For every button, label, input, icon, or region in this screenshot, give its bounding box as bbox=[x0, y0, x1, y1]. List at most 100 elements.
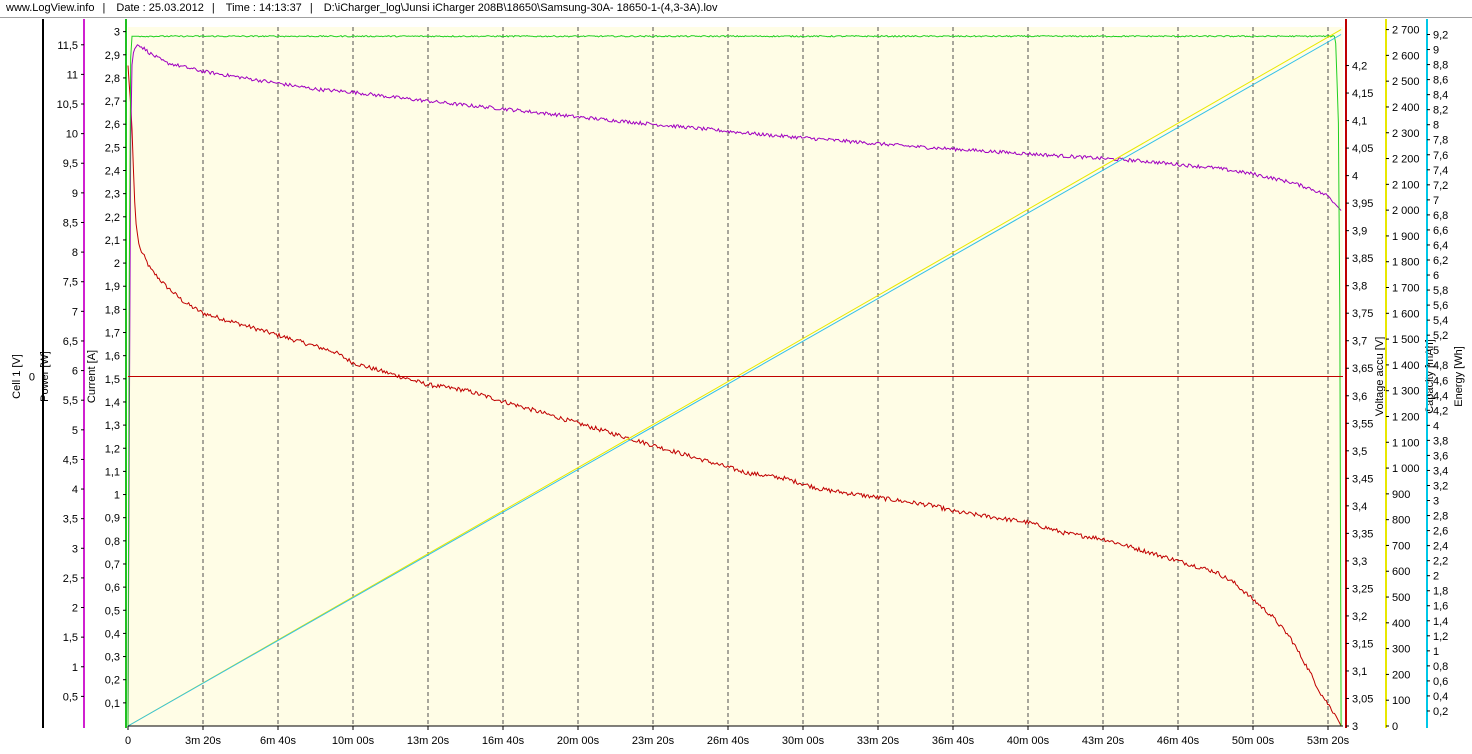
y-tick-label-capacity: 1 400 bbox=[1392, 360, 1420, 372]
y-tick-label-energy: 3,6 bbox=[1433, 450, 1448, 462]
x-tick-label: 0 bbox=[125, 735, 131, 747]
y-tick-label-voltage: 3,75 bbox=[1352, 308, 1373, 320]
y-tick-label-energy: 5 bbox=[1433, 345, 1439, 357]
x-tick-label: 30m 00s bbox=[782, 735, 825, 747]
y-tick-label-capacity: 1 700 bbox=[1392, 283, 1420, 295]
y-tick-label-current: 1,7 bbox=[105, 328, 120, 340]
y-tick-label-energy: 0,2 bbox=[1433, 706, 1448, 718]
y-tick-label-energy: 5,4 bbox=[1433, 315, 1448, 327]
axis-mid-label-cell: 0 bbox=[29, 372, 35, 384]
y-tick-label-energy: 1 bbox=[1433, 646, 1439, 658]
x-tick-label: 13m 20s bbox=[407, 735, 450, 747]
y-tick-label-energy: 3,8 bbox=[1433, 435, 1448, 447]
y-tick-label-energy: 4,2 bbox=[1433, 405, 1448, 417]
y-tick-label-current: 0,7 bbox=[105, 559, 120, 571]
y-tick-label-power: 7,5 bbox=[63, 277, 78, 289]
y-tick-label-current: 2,6 bbox=[105, 119, 120, 131]
y-tick-label-energy: 7 bbox=[1433, 195, 1439, 207]
x-tick-label: 16m 40s bbox=[482, 735, 525, 747]
x-tick-label: 43m 20s bbox=[1082, 735, 1125, 747]
y-tick-label-current: 0,8 bbox=[105, 536, 120, 548]
y-tick-label-current: 2,1 bbox=[105, 235, 120, 247]
y-tick-label-voltage: 3,2 bbox=[1352, 611, 1367, 623]
y-tick-label-current: 3 bbox=[114, 27, 120, 39]
y-tick-label-capacity: 1 100 bbox=[1392, 437, 1420, 449]
y-tick-label-capacity: 2 200 bbox=[1392, 154, 1420, 166]
y-tick-label-energy: 5,2 bbox=[1433, 330, 1448, 342]
y-tick-label-energy: 6,6 bbox=[1433, 225, 1448, 237]
y-tick-label-voltage: 3,65 bbox=[1352, 363, 1373, 375]
y-tick-label-energy: 8,2 bbox=[1433, 105, 1448, 117]
x-tick-label: 36m 40s bbox=[932, 735, 975, 747]
y-tick-label-voltage: 4,05 bbox=[1352, 143, 1373, 155]
y-tick-label-energy: 0,6 bbox=[1433, 676, 1448, 688]
y-tick-label-energy: 6,2 bbox=[1433, 255, 1448, 267]
y-tick-label-power: 2 bbox=[72, 603, 78, 615]
y-tick-label-power: 10 bbox=[66, 129, 78, 141]
y-tick-label-current: 1,6 bbox=[105, 351, 120, 363]
y-tick-label-current: 1,2 bbox=[105, 443, 120, 455]
y-tick-label-power: 0,5 bbox=[63, 691, 78, 703]
y-tick-label-current: 0,2 bbox=[105, 675, 120, 687]
y-tick-label-energy: 6 bbox=[1433, 270, 1439, 282]
y-tick-label-voltage: 3,85 bbox=[1352, 253, 1373, 265]
y-tick-label-energy: 5,8 bbox=[1433, 285, 1448, 297]
y-tick-label-capacity: 900 bbox=[1392, 489, 1410, 501]
y-tick-label-energy: 7,8 bbox=[1433, 135, 1448, 147]
y-tick-label-power: 5,5 bbox=[63, 395, 78, 407]
y-tick-label-capacity: 1 900 bbox=[1392, 231, 1420, 243]
y-tick-label-power: 9,5 bbox=[63, 158, 78, 170]
y-tick-label-power: 2,5 bbox=[63, 573, 78, 585]
y-tick-label-energy: 2,6 bbox=[1433, 526, 1448, 538]
y-tick-label-capacity: 1 300 bbox=[1392, 386, 1420, 398]
x-tick-label: 26m 40s bbox=[707, 735, 750, 747]
y-tick-label-energy: 3,4 bbox=[1433, 465, 1448, 477]
y-tick-label-capacity: 1 500 bbox=[1392, 334, 1420, 346]
y-tick-label-voltage: 3,95 bbox=[1352, 198, 1373, 210]
y-tick-label-power: 4 bbox=[72, 484, 78, 496]
site-label: www.LogView.info bbox=[6, 2, 95, 14]
x-tick-label: 3m 20s bbox=[185, 735, 222, 747]
y-tick-label-energy: 5,6 bbox=[1433, 300, 1448, 312]
y-tick-label-power: 4,5 bbox=[63, 454, 78, 466]
y-tick-label-voltage: 3,45 bbox=[1352, 473, 1373, 485]
y-tick-label-energy: 6,8 bbox=[1433, 210, 1448, 222]
y-tick-label-voltage: 3,8 bbox=[1352, 281, 1367, 293]
y-tick-label-voltage: 3,3 bbox=[1352, 556, 1367, 568]
y-tick-label-energy: 3,2 bbox=[1433, 480, 1448, 492]
y-tick-label-voltage: 3,9 bbox=[1352, 226, 1367, 238]
y-tick-label-energy: 2,8 bbox=[1433, 511, 1448, 523]
y-tick-label-current: 2,7 bbox=[105, 96, 120, 108]
x-tick-label: 53m 20s bbox=[1307, 735, 1350, 747]
y-tick-label-capacity: 300 bbox=[1392, 644, 1410, 656]
log-header: www.LogView.info | Date : 25.03.2012 | Tim… bbox=[0, 0, 1472, 18]
y-tick-label-energy: 4,8 bbox=[1433, 360, 1448, 372]
y-tick-label-energy: 8,4 bbox=[1433, 90, 1448, 102]
y-tick-label-voltage: 3,5 bbox=[1352, 446, 1367, 458]
y-tick-label-energy: 0,4 bbox=[1433, 691, 1448, 703]
y-tick-label-capacity: 2 000 bbox=[1392, 205, 1420, 217]
y-tick-label-power: 11 bbox=[67, 69, 78, 81]
y-tick-label-energy: 2,2 bbox=[1433, 556, 1448, 568]
y-tick-label-current: 0,1 bbox=[105, 698, 120, 710]
y-tick-label-capacity: 400 bbox=[1392, 618, 1410, 630]
y-tick-label-energy: 9,2 bbox=[1433, 30, 1448, 42]
separator: | bbox=[309, 2, 313, 14]
y-tick-label-capacity: 600 bbox=[1392, 566, 1410, 578]
y-tick-label-capacity: 1 000 bbox=[1392, 463, 1420, 475]
y-tick-label-power: 11,5 bbox=[57, 40, 78, 52]
y-tick-label-capacity: 700 bbox=[1392, 540, 1410, 552]
y-tick-label-capacity: 2 500 bbox=[1392, 76, 1420, 88]
y-tick-label-energy: 6,4 bbox=[1433, 240, 1448, 252]
x-tick-label: 10m 00s bbox=[332, 735, 375, 747]
y-tick-label-energy: 4 bbox=[1433, 420, 1439, 432]
y-tick-label-energy: 9 bbox=[1433, 45, 1439, 57]
y-tick-label-power: 8 bbox=[72, 247, 78, 259]
y-tick-label-current: 1,9 bbox=[105, 281, 120, 293]
x-tick-label: 20m 00s bbox=[557, 735, 600, 747]
y-tick-label-capacity: 100 bbox=[1392, 695, 1410, 707]
y-tick-label-energy: 7,6 bbox=[1433, 150, 1448, 162]
y-tick-label-voltage: 3,55 bbox=[1352, 418, 1373, 430]
y-tick-label-voltage: 3,25 bbox=[1352, 583, 1373, 595]
y-tick-label-energy: 1,4 bbox=[1433, 616, 1448, 628]
